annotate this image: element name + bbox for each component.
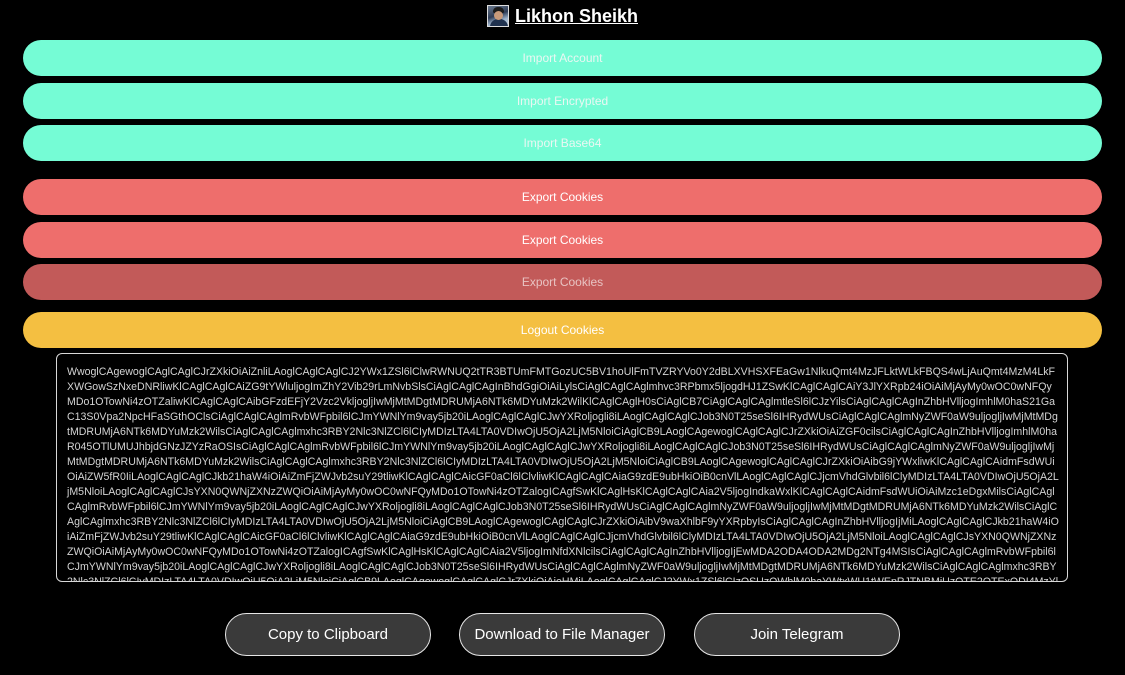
export-cookies-button-1[interactable]: Export Cookies — [23, 179, 1102, 215]
profile-header: Likhon Sheikh — [0, 4, 1125, 28]
logout-cookies-button[interactable]: Logout Cookies — [23, 312, 1102, 348]
import-account-button[interactable]: Import Account — [23, 40, 1102, 76]
profile-avatar — [486, 5, 509, 27]
import-base64-button[interactable]: Import Base64 — [23, 125, 1102, 161]
export-cookies-button-2[interactable]: Export Cookies — [23, 222, 1102, 258]
cookie-output-textarea[interactable]: WwoglCAgewoglCAglCAglCJrZXkiOiAiZnliLAog… — [56, 353, 1068, 582]
import-encrypted-button[interactable]: Import Encrypted — [23, 83, 1102, 119]
cookie-output-text: WwoglCAgewoglCAglCAglCJrZXkiOiAiZnliLAog… — [67, 366, 1059, 581]
download-to-file-manager-button[interactable]: Download to File Manager — [459, 613, 665, 656]
join-telegram-button[interactable]: Join Telegram — [694, 613, 900, 656]
profile-name-link[interactable]: Likhon Sheikh — [515, 6, 638, 27]
copy-to-clipboard-button[interactable]: Copy to Clipboard — [225, 613, 431, 656]
export-cookies-button-3[interactable]: Export Cookies — [23, 264, 1102, 300]
